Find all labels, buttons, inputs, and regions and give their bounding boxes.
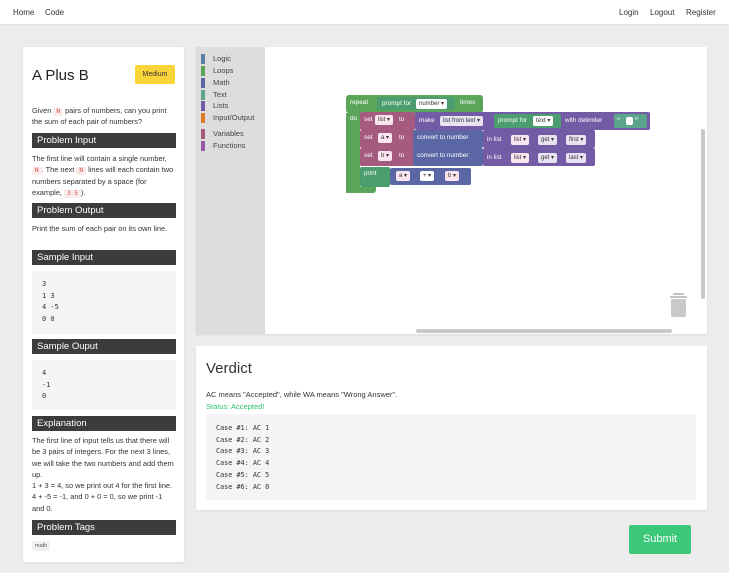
- input-text-d: ).: [80, 187, 86, 197]
- intro-text-b: pairs of numbers, can you print the sum …: [32, 106, 167, 127]
- make-label: make: [419, 117, 435, 124]
- delimiter-value-field[interactable]: [626, 117, 633, 125]
- blockly-editor: Logic Loops Math Text Lists Input/Output…: [196, 47, 707, 334]
- convert-a-label: convert to number: [417, 134, 469, 141]
- repeat-label: repeat: [350, 99, 369, 106]
- do-label: do: [350, 115, 358, 122]
- set-b-label: set: [364, 152, 373, 159]
- input-code-chip-3: 3 5: [64, 189, 81, 198]
- list-from-text-dropdown[interactable]: list from text ▾: [440, 116, 484, 126]
- to-a-label: to: [399, 134, 405, 141]
- to-label: to: [399, 116, 405, 123]
- prompt-for-text-label: prompt for: [498, 117, 528, 124]
- category-swatch: [201, 66, 205, 76]
- category-swatch: [201, 129, 205, 139]
- toolbox-category-loops[interactable]: Loops: [201, 66, 233, 76]
- explanation-text-1: The first line of input tells us that th…: [32, 436, 174, 479]
- in-list-a-label: in list: [487, 136, 502, 143]
- verdict-description: AC means "Accepted", while WA means "Wro…: [206, 390, 398, 399]
- to-b-label: to: [399, 152, 405, 159]
- toolbox-category-text[interactable]: Text: [201, 90, 227, 100]
- last-dropdown[interactable]: last ▾: [566, 153, 587, 163]
- get-b-dropdown[interactable]: get ▾: [538, 153, 558, 163]
- nav-home-link[interactable]: Home: [13, 8, 34, 17]
- quote-close: ”: [635, 116, 638, 126]
- sample-output-box: 4 -1 0: [32, 360, 176, 410]
- in-list-b-label: in list: [487, 154, 502, 161]
- problem-output-text: Print the sum of each pair on its own li…: [32, 224, 168, 233]
- toolbox-category-input-output[interactable]: Input/Output: [201, 113, 254, 123]
- block-workspace[interactable]: repeat prompt for number ▾ times do set …: [265, 47, 707, 334]
- category-swatch: [201, 54, 205, 64]
- nav-register-link[interactable]: Register: [686, 8, 716, 17]
- verdict-title: Verdict: [206, 360, 252, 377]
- set-a-label: set: [364, 134, 373, 141]
- intro-text-a: Given: [32, 106, 52, 115]
- sample-output-header: Sample Ouput: [32, 339, 176, 354]
- verdict-status: Status: Accepted!: [206, 402, 265, 411]
- trash-icon[interactable]: [670, 293, 687, 317]
- nav-logout-link[interactable]: Logout: [650, 8, 674, 17]
- toolbox-category-functions[interactable]: Functions: [201, 141, 246, 151]
- list-a-dropdown[interactable]: list ▾: [511, 135, 530, 145]
- intro-code-chip: N: [53, 108, 63, 116]
- problem-card: A Plus B Medium Given N pairs of numbers…: [23, 47, 184, 562]
- explanation-text-2: 1 + 3 = 4, so we print out 4 for the fir…: [32, 481, 173, 513]
- number-type-dropdown[interactable]: number ▾: [416, 99, 448, 109]
- problem-tags-header: Problem Tags: [32, 520, 176, 535]
- repeat-block-foot: [346, 187, 376, 193]
- sample-input-box: 3 1 3 4 -5 0 0: [32, 271, 176, 334]
- a-variable-dropdown[interactable]: a ▾: [378, 133, 393, 143]
- convert-b-label: convert to number: [417, 152, 469, 159]
- category-swatch: [201, 113, 205, 123]
- toolbox-category-logic[interactable]: Logic: [201, 54, 231, 64]
- quote-open: “: [617, 116, 620, 126]
- list-b-dropdown[interactable]: list ▾: [511, 153, 530, 163]
- workspace-horizontal-scrollbar[interactable]: [416, 329, 672, 333]
- explanation-header: Explanation: [32, 416, 176, 431]
- test-cases-output: Case #1: AC 1 Case #2: AC 2 Case #3: AC …: [206, 414, 696, 500]
- prompt-for-label: prompt for: [382, 100, 412, 107]
- problem-input-text: The first line will contain a single num…: [32, 153, 176, 198]
- category-swatch: [201, 101, 205, 111]
- problem-title: A Plus B: [32, 67, 89, 84]
- difficulty-badge: Medium: [135, 65, 175, 84]
- print-label: print: [364, 170, 377, 177]
- verdict-card: Verdict AC means "Accepted", while WA me…: [196, 346, 707, 510]
- input-text-a: The first line will contain a single num…: [32, 154, 167, 163]
- times-label: times: [460, 99, 476, 106]
- problem-output-header: Problem Output: [32, 203, 176, 218]
- sample-input-header: Sample Input: [32, 250, 176, 265]
- nav-login-link[interactable]: Login: [619, 8, 639, 17]
- workspace-vertical-scrollbar[interactable]: [701, 129, 705, 299]
- toolbox-category-variables[interactable]: Variables: [201, 129, 244, 139]
- first-dropdown[interactable]: first ▾: [566, 135, 587, 145]
- problem-tag[interactable]: math: [32, 541, 51, 551]
- problem-intro: Given N pairs of numbers, can you print …: [32, 105, 176, 128]
- set-label: set: [364, 116, 373, 123]
- input-code-chip-1: N: [32, 167, 42, 176]
- input-text-b: . The next: [41, 165, 75, 175]
- a-ref-dropdown[interactable]: a ▾: [396, 171, 411, 181]
- problem-input-header: Problem Input: [32, 133, 176, 148]
- toolbox-category-math[interactable]: Math: [201, 78, 230, 88]
- operator-dropdown[interactable]: + ▾: [420, 171, 435, 181]
- block-toolbox: Logic Loops Math Text Lists Input/Output…: [196, 47, 265, 334]
- top-navbar: Home Code Login Logout Register: [0, 0, 729, 25]
- with-delimiter-label: with delimiter: [565, 117, 603, 124]
- toolbox-category-lists[interactable]: Lists: [201, 101, 228, 111]
- b-variable-dropdown[interactable]: b ▾: [378, 151, 393, 161]
- category-swatch: [201, 90, 205, 100]
- text-type-dropdown[interactable]: text ▾: [533, 116, 554, 126]
- b-ref-dropdown[interactable]: b ▾: [445, 171, 460, 181]
- get-a-dropdown[interactable]: get ▾: [538, 135, 558, 145]
- submit-button[interactable]: Submit: [629, 525, 691, 554]
- category-swatch: [201, 78, 205, 88]
- input-code-chip-2: N: [76, 167, 87, 176]
- list-variable-dropdown[interactable]: list ▾: [375, 115, 394, 125]
- nav-code-link[interactable]: Code: [45, 8, 64, 17]
- repeat-block-arm: [346, 113, 360, 193]
- category-swatch: [201, 141, 205, 151]
